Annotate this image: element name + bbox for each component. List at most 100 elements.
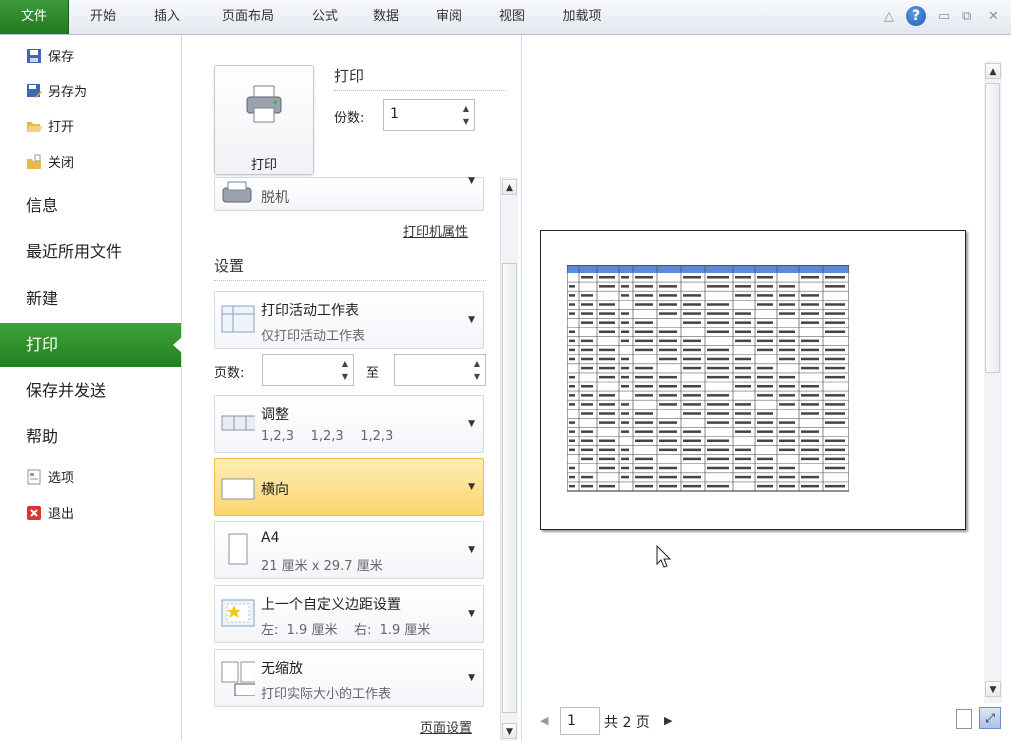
nav-save-as[interactable]: 另存为 <box>26 82 87 104</box>
thumbnail-cell-text <box>801 339 819 343</box>
thumbnail-cell-text <box>569 466 575 470</box>
thumbnail-cell-text <box>635 285 653 288</box>
zoom-to-page-icon[interactable]: ⤢ <box>979 707 1001 729</box>
chevron-down-icon: ▼ <box>468 419 475 429</box>
tab-addins[interactable]: 加载项 <box>552 0 612 34</box>
thumbnail-cell-text <box>635 385 653 388</box>
restore-icon[interactable]: ⧉ <box>962 9 971 24</box>
nav-help[interactable]: 帮助 <box>0 415 181 459</box>
exit-icon <box>26 505 42 521</box>
margins-title: 上一个自定义边距设置 <box>261 597 401 613</box>
thumbnail-cell-text <box>635 339 653 343</box>
close-icon[interactable]: ✕ <box>988 9 999 24</box>
thumbnail-cell-text <box>779 303 795 306</box>
nav-close[interactable]: 关闭 <box>26 153 74 175</box>
thumbnail-cell-text <box>569 484 575 488</box>
nav-new[interactable]: 新建 <box>0 277 181 321</box>
thumbnail-cell-text <box>635 330 653 333</box>
thumbnail-cell-text <box>599 439 615 442</box>
printer-dropdown[interactable]: 脱机 ▼ <box>214 176 484 211</box>
printer-offline-icon <box>222 181 252 203</box>
settings-scrollbar[interactable]: ▲ ▼ <box>500 177 518 741</box>
pages-to-input[interactable]: ▲ ▼ <box>394 354 486 386</box>
nav-save[interactable]: 保存 <box>26 47 74 69</box>
thumbnail-cell-text <box>621 375 629 379</box>
thumbnail-cell-text <box>757 348 773 352</box>
thumbnail-cell-text <box>581 339 593 343</box>
tab-page-layout[interactable]: 页面布局 <box>210 0 286 34</box>
nav-save-and-send[interactable]: 保存并发送 <box>0 369 181 413</box>
prev-page-icon[interactable]: ◀ <box>540 714 548 727</box>
tab-home[interactable]: 开始 <box>80 0 126 34</box>
scroll-down-button[interactable]: ▼ <box>502 723 517 739</box>
scaling-dropdown[interactable]: 无缩放 打印实际大小的工作表 ▼ <box>214 649 484 707</box>
print-what-dropdown[interactable]: 打印活动工作表 仅打印活动工作表 ▼ <box>214 291 484 349</box>
nav-open[interactable]: 打开 <box>26 117 74 139</box>
paper-size-dropdown[interactable]: A4 21 厘米 x 29.7 厘米 ▼ <box>214 521 484 579</box>
nav-info[interactable]: 信息 <box>0 184 181 228</box>
nav-print[interactable]: 打印 <box>0 323 182 367</box>
print-button[interactable]: 打印 <box>214 65 314 175</box>
thumbnail-cell-text <box>581 394 593 397</box>
thumbnail-cell-text <box>635 484 653 488</box>
tab-insert[interactable]: 插入 <box>144 0 190 34</box>
stepper-arrows[interactable]: ▲ ▼ <box>340 357 350 383</box>
thumbnail-cell-text <box>621 448 629 452</box>
thumbnail-cell-text <box>659 285 677 288</box>
tab-view[interactable]: 视图 <box>489 0 535 34</box>
scroll-thumb[interactable] <box>502 263 517 713</box>
tab-review[interactable]: 审阅 <box>426 0 472 34</box>
show-margins-icon[interactable] <box>956 709 972 729</box>
thumbnail-cell-text <box>635 366 653 370</box>
scaling-title: 无缩放 <box>261 661 303 677</box>
thumbnail-cell-text <box>707 276 729 279</box>
stepper-arrows[interactable]: ▲ ▼ <box>472 357 482 383</box>
thumbnail-cell-text <box>779 475 795 479</box>
nav-exit[interactable]: 退出 <box>26 504 74 526</box>
tab-file[interactable]: 文件 <box>0 0 69 34</box>
collation-dropdown[interactable]: 调整 1,2,3 1,2,3 1,2,3 ▼ <box>214 395 484 453</box>
thumbnail-cell-text <box>569 348 575 352</box>
tab-data[interactable]: 数据 <box>363 0 409 34</box>
thumbnail-cell-text <box>757 394 773 397</box>
thumbnail-cell-text <box>707 421 729 424</box>
help-icon[interactable]: ? <box>906 6 926 26</box>
thumbnail-cell-text <box>581 303 593 306</box>
stepper-arrows[interactable]: ▲ ▼ <box>461 102 471 128</box>
minimize-ribbon-icon[interactable]: △ <box>884 9 894 24</box>
copies-stepper[interactable]: 1 ▲ ▼ <box>383 99 475 131</box>
print-settings-panel: 打印 打印 份数: 1 ▲ ▼ 脱机 ▼ 打印机属性 设置 打印活动工作表 仅打印… <box>182 35 520 741</box>
pages-from-input[interactable]: ▲ ▼ <box>262 354 354 386</box>
thumbnail-cell-text <box>569 339 575 343</box>
thumbnail-cell-text <box>599 457 615 461</box>
thumbnail-cell-text <box>707 466 729 470</box>
thumbnail-cell-text <box>707 375 729 379</box>
thumbnail-cell-text <box>735 339 751 343</box>
page-setup-link[interactable]: 页面设置 <box>420 717 472 736</box>
thumbnail-cell-text <box>683 366 701 370</box>
minimize-icon[interactable]: ▭ <box>938 9 950 24</box>
scroll-down-button[interactable]: ▼ <box>985 681 1001 697</box>
thumbnail-cell-text <box>825 466 845 470</box>
current-page-input[interactable]: 1 <box>560 707 600 735</box>
printer-name: 脱机 <box>261 190 289 206</box>
thumbnail-cell-text <box>599 330 615 333</box>
scroll-thumb[interactable] <box>985 83 1000 373</box>
nav-recent[interactable]: 最近所用文件 <box>0 230 181 274</box>
thumbnail-cell-text <box>801 403 819 406</box>
preview-scrollbar[interactable]: ▲ ▼ <box>984 61 1002 703</box>
thumbnail-cell-text <box>569 375 575 379</box>
nav-options[interactable]: 选项 <box>26 468 74 490</box>
thumbnail-cell-text <box>757 466 773 470</box>
scroll-up-button[interactable]: ▲ <box>502 179 517 195</box>
thumbnail-cell-text <box>581 484 593 488</box>
thumbnail-cell-text <box>779 312 795 315</box>
tab-formulas[interactable]: 公式 <box>302 0 348 34</box>
scroll-up-button[interactable]: ▲ <box>985 63 1001 79</box>
margins-dropdown[interactable]: 上一个自定义边距设置 左: 1.9 厘米 右: 1.9 厘米 ▼ <box>214 585 484 643</box>
thumbnail-cell-text <box>569 403 575 406</box>
printer-properties-link[interactable]: 打印机属性 <box>403 221 468 240</box>
save-icon <box>26 48 42 64</box>
next-page-icon[interactable]: ▶ <box>664 714 672 727</box>
orientation-dropdown[interactable]: 横向 ▼ <box>214 458 484 516</box>
